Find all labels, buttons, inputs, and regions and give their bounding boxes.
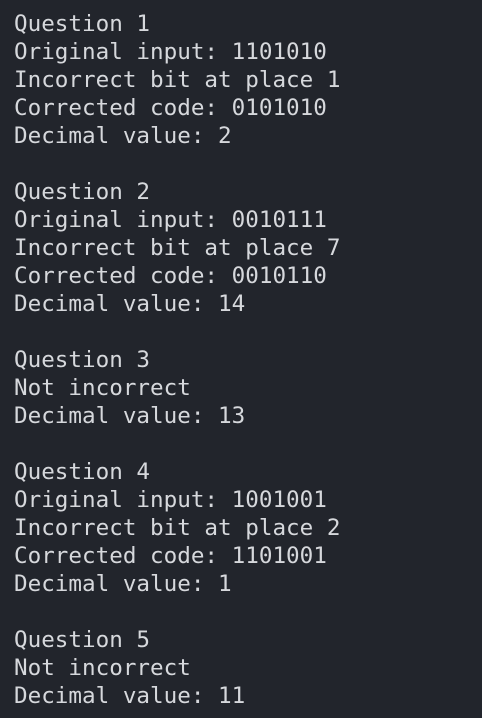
question-block-1: Question 1 Original input: 1101010 Incor… (14, 10, 482, 150)
not-incorrect-line: Not incorrect (14, 655, 191, 681)
decimal-value-line: Decimal value: 14 (14, 291, 246, 317)
terminal-content: Question 1 Original input: 1101010 Incor… (14, 0, 482, 710)
decimal-value-line: Decimal value: 1 (14, 571, 232, 597)
original-input-line: Original input: 0010111 (14, 207, 327, 233)
incorrect-bit-line: Incorrect bit at place 2 (14, 515, 341, 541)
incorrect-bit-line: Incorrect bit at place 7 (14, 235, 341, 261)
corrected-code-line: Corrected code: 0101010 (14, 95, 327, 121)
decimal-value-line: Decimal value: 13 (14, 403, 246, 429)
question-block-4: Question 4 Original input: 1001001 Incor… (14, 458, 482, 598)
decimal-value-line: Decimal value: 2 (14, 123, 232, 149)
terminal-output: Question 1 Original input: 1101010 Incor… (0, 0, 482, 718)
question-heading: Question 2 (14, 179, 151, 205)
not-incorrect-line: Not incorrect (14, 375, 191, 401)
corrected-code-line: Corrected code: 1101001 (14, 543, 327, 569)
incorrect-bit-line: Incorrect bit at place 1 (14, 67, 341, 93)
question-block-5: Question 5 Not incorrect Decimal value: … (14, 626, 482, 710)
question-heading: Question 3 (14, 347, 151, 373)
question-block-3: Question 3 Not incorrect Decimal value: … (14, 346, 482, 430)
question-block-2: Question 2 Original input: 0010111 Incor… (14, 178, 482, 318)
decimal-value-line: Decimal value: 11 (14, 683, 246, 709)
original-input-line: Original input: 1001001 (14, 487, 327, 513)
question-heading: Question 5 (14, 627, 151, 653)
clipped-line (14, 0, 482, 10)
original-input-line: Original input: 1101010 (14, 39, 327, 65)
question-heading: Question 4 (14, 459, 151, 485)
corrected-code-line: Corrected code: 0010110 (14, 263, 327, 289)
question-heading: Question 1 (14, 11, 151, 37)
